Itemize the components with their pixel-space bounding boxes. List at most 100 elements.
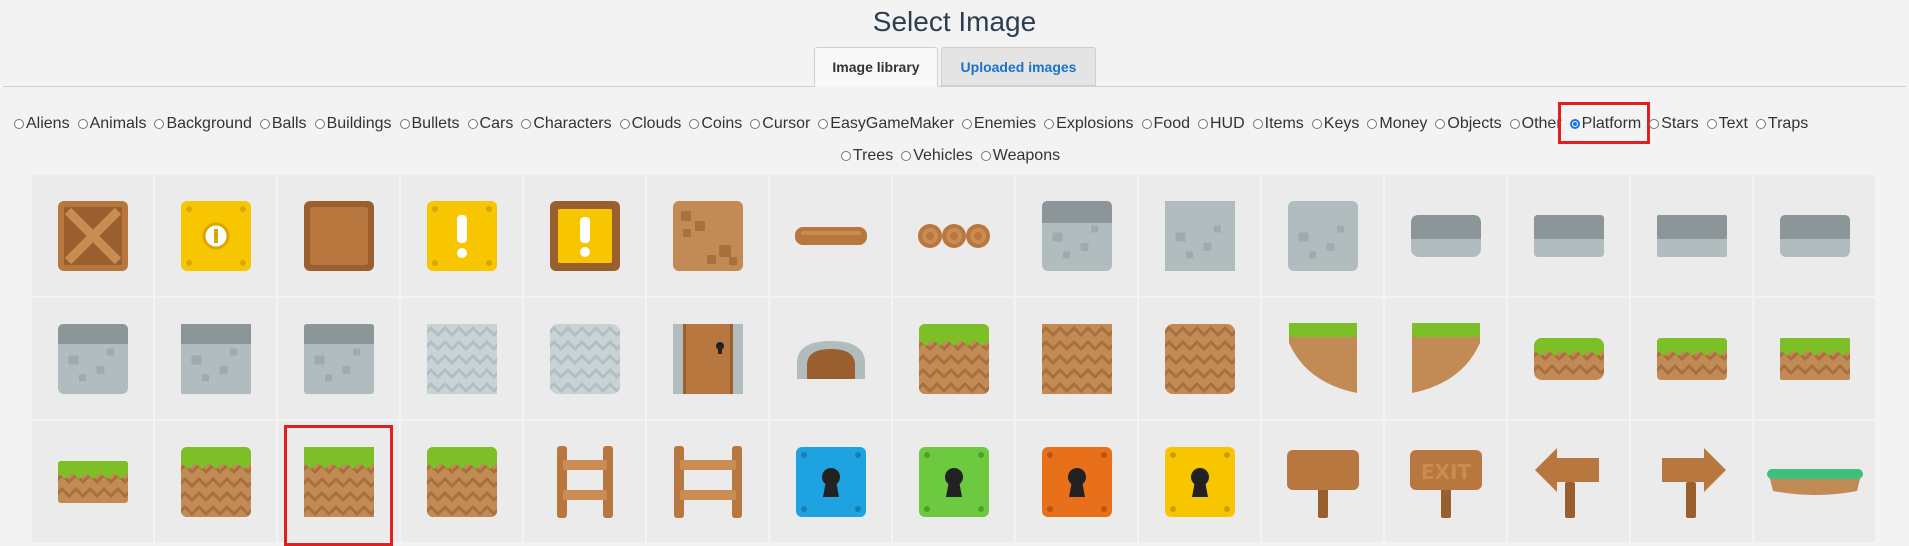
image-tile[interactable] [893, 421, 1014, 542]
category-radio-items[interactable]: Items [1252, 115, 1304, 133]
image-tile[interactable] [278, 175, 399, 296]
category-radio-hud[interactable]: HUD [1197, 115, 1245, 133]
category-radio-stars[interactable]: Stars [1649, 115, 1699, 133]
image-tile[interactable] [1508, 298, 1629, 419]
radio-button[interactable] [14, 119, 24, 129]
category-radio-explosions[interactable]: Explosions [1044, 115, 1134, 133]
radio-button[interactable] [750, 119, 761, 129]
image-tile[interactable] [1754, 421, 1875, 542]
radio-button[interactable] [619, 119, 630, 129]
category-radio-animals[interactable]: Animals [77, 115, 146, 133]
image-tile[interactable] [893, 175, 1014, 296]
category-radio-enemies[interactable]: Enemies [961, 115, 1036, 133]
radio-button[interactable] [521, 119, 532, 129]
tab-uploaded-images[interactable]: Uploaded images [941, 47, 1096, 86]
radio-button[interactable] [1197, 119, 1208, 129]
radio-button[interactable] [1435, 119, 1446, 129]
radio-button[interactable] [154, 119, 165, 129]
image-tile[interactable] [1631, 421, 1752, 542]
image-tile[interactable] [524, 298, 645, 419]
radio-button[interactable] [1252, 119, 1263, 129]
image-tile[interactable] [278, 298, 399, 419]
radio-button[interactable] [467, 119, 478, 129]
category-radio-cursor[interactable]: Cursor [750, 115, 810, 133]
image-tile[interactable] [1016, 298, 1137, 419]
category-radio-background[interactable]: Background [154, 115, 252, 133]
category-radio-text[interactable]: Text [1706, 115, 1748, 133]
image-tile[interactable] [1139, 421, 1260, 542]
radio-button[interactable] [840, 151, 851, 161]
radio-button[interactable] [1569, 119, 1580, 129]
image-tile[interactable] [1754, 298, 1875, 419]
image-tile[interactable] [524, 175, 645, 296]
category-radio-easygamemaker[interactable]: EasyGameMaker [818, 115, 954, 133]
radio-button[interactable] [980, 151, 991, 161]
tab-image-library[interactable]: Image library [814, 47, 938, 87]
radio-button[interactable] [259, 119, 270, 129]
category-radio-aliens[interactable]: Aliens [14, 115, 70, 133]
image-tile[interactable] [1508, 421, 1629, 542]
category-radio-balls[interactable]: Balls [259, 115, 307, 133]
category-radio-clouds[interactable]: Clouds [619, 115, 681, 133]
category-radio-other[interactable]: Other [1509, 115, 1562, 133]
image-tile[interactable] [1631, 175, 1752, 296]
radio-button[interactable] [314, 119, 325, 129]
image-tile[interactable] [1262, 421, 1383, 542]
image-tile[interactable] [1139, 175, 1260, 296]
image-tile[interactable] [770, 421, 891, 542]
radio-button[interactable] [1649, 119, 1660, 129]
image-tile[interactable] [770, 298, 891, 419]
radio-button[interactable] [1044, 119, 1055, 129]
image-tile[interactable] [401, 298, 522, 419]
image-tile[interactable]: EXIT [1385, 421, 1506, 542]
category-radio-trees[interactable]: Trees [840, 147, 893, 165]
radio-button[interactable] [1311, 119, 1322, 129]
image-tile[interactable] [1631, 298, 1752, 419]
image-tile[interactable] [1385, 298, 1506, 419]
radio-button[interactable] [1367, 119, 1378, 129]
image-tile[interactable] [1016, 421, 1137, 542]
image-tile[interactable] [893, 298, 1014, 419]
radio-button[interactable] [818, 119, 829, 129]
image-tile[interactable] [1262, 175, 1383, 296]
image-tile[interactable] [647, 298, 768, 419]
image-tile[interactable] [32, 298, 153, 419]
image-tile[interactable] [1754, 175, 1875, 296]
image-tile[interactable] [1508, 175, 1629, 296]
category-radio-vehicles[interactable]: Vehicles [901, 147, 973, 165]
category-radio-keys[interactable]: Keys [1311, 115, 1359, 133]
image-tile[interactable] [1385, 175, 1506, 296]
category-radio-weapons[interactable]: Weapons [980, 147, 1060, 165]
category-radio-coins[interactable]: Coins [689, 115, 742, 133]
image-tile[interactable] [155, 298, 276, 419]
radio-button[interactable] [1141, 119, 1152, 129]
category-radio-characters[interactable]: Characters [521, 115, 612, 133]
category-radio-bullets[interactable]: Bullets [399, 115, 460, 133]
image-tile[interactable] [32, 421, 153, 542]
image-tile[interactable] [278, 421, 399, 546]
radio-button[interactable] [961, 119, 972, 129]
radio-button[interactable] [689, 119, 700, 129]
category-radio-cars[interactable]: Cars [467, 115, 513, 133]
image-tile[interactable] [401, 421, 522, 542]
radio-button[interactable] [1509, 119, 1520, 129]
image-tile[interactable] [155, 421, 276, 542]
radio-button[interactable] [77, 119, 88, 129]
image-tile[interactable] [770, 175, 891, 296]
category-radio-food[interactable]: Food [1141, 115, 1190, 133]
category-radio-platform[interactable]: Platform [1557, 102, 1650, 144]
image-tile[interactable] [647, 175, 768, 296]
image-tile[interactable] [32, 175, 153, 296]
image-tile[interactable] [1016, 175, 1137, 296]
image-tile[interactable] [647, 421, 768, 542]
image-tile[interactable] [155, 175, 276, 296]
image-tile[interactable] [524, 421, 645, 542]
category-radio-traps[interactable]: Traps [1755, 115, 1808, 133]
category-radio-buildings[interactable]: Buildings [314, 115, 392, 133]
radio-button[interactable] [1755, 119, 1766, 129]
image-tile[interactable] [1139, 298, 1260, 419]
image-tile[interactable] [1262, 298, 1383, 419]
radio-button[interactable] [901, 151, 912, 161]
radio-button[interactable] [399, 119, 410, 129]
category-radio-money[interactable]: Money [1367, 115, 1427, 133]
